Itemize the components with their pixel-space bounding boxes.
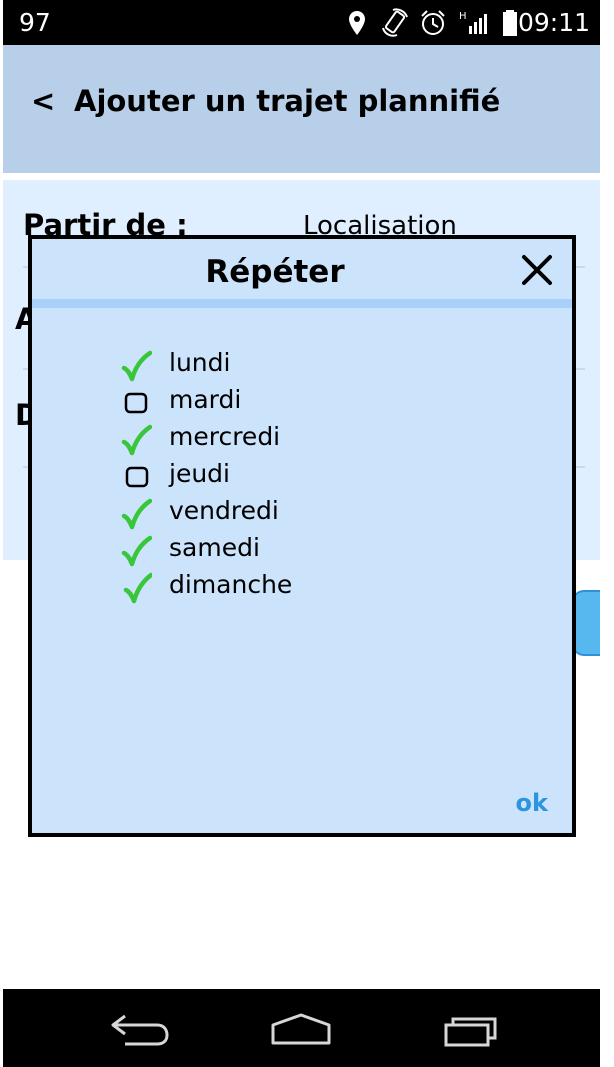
repeat-dialog: Répéter lundi mardi mercredi jeudi vendr… [28, 235, 576, 837]
day-label-dimanche: dimanche [169, 570, 293, 599]
status-left-text: 97 [19, 8, 51, 37]
back-icon[interactable] [103, 1011, 173, 1049]
dialog-title: Répéter [205, 254, 345, 290]
home-icon[interactable] [266, 1011, 336, 1049]
status-time: 09:11 [517, 8, 590, 37]
alarm-icon [421, 10, 445, 35]
close-icon [522, 255, 552, 285]
page-title: Ajouter un trajet plannifié [74, 84, 501, 118]
ok-button[interactable]: ok [516, 789, 548, 817]
navigation-bar [3, 989, 600, 1067]
rotate-icon [382, 8, 408, 37]
day-label-mercredi: mercredi [169, 422, 281, 451]
dialog-header-band [32, 299, 572, 308]
check-icon [121, 350, 152, 382]
day-label-samedi: samedi [169, 533, 260, 562]
day-label-jeudi: jeudi [169, 459, 230, 488]
check-icon [121, 498, 152, 530]
close-button[interactable] [520, 253, 554, 287]
hidden-action-button[interactable] [572, 590, 600, 656]
check-icon [121, 535, 152, 567]
recent-apps-icon[interactable] [437, 1011, 507, 1049]
unchecked-box-icon [125, 466, 149, 488]
check-icon [121, 424, 152, 456]
status-bar: 97 H 09:11 [3, 0, 600, 45]
check-icon [123, 572, 152, 604]
day-label-vendredi: vendredi [169, 496, 279, 525]
signal-icon: H [459, 11, 487, 34]
location-icon [349, 11, 365, 35]
day-label-lundi: lundi [169, 348, 231, 377]
back-button[interactable]: < [31, 81, 55, 121]
unchecked-box-icon [124, 392, 148, 414]
app-header: < Ajouter un trajet plannifié [3, 45, 600, 173]
day-label-mardi: mardi [169, 385, 242, 414]
svg-text:H: H [459, 11, 467, 22]
